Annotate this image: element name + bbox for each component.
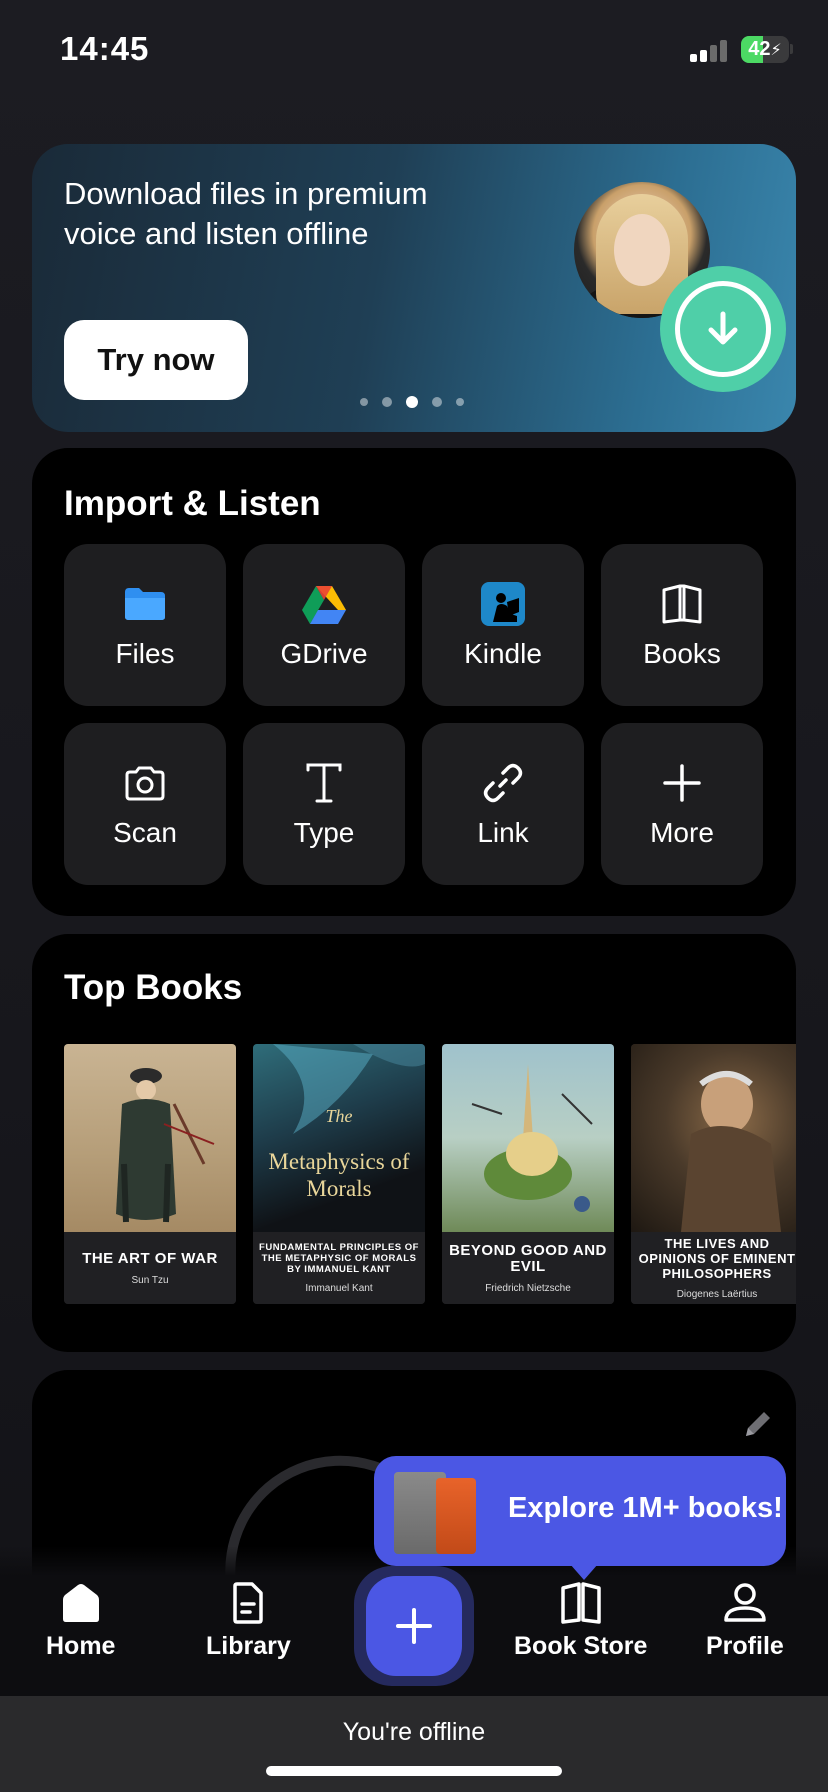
cellular-signal-icon <box>690 40 730 62</box>
import-scan-button[interactable]: Scan <box>64 723 226 885</box>
book-author: Sun Tzu <box>131 1274 169 1286</box>
carousel-dot[interactable] <box>382 397 392 407</box>
home-indicator[interactable] <box>266 1766 562 1776</box>
book-author: Friedrich Nietzsche <box>485 1282 571 1294</box>
offline-banner: You're offline <box>0 1696 828 1792</box>
top-books-title: Top Books <box>64 968 243 1007</box>
import-more-button[interactable]: More <box>601 723 763 885</box>
battery-icon: 42⚡ <box>741 36 789 63</box>
book-card[interactable]: THE ART OF WAR Sun Tzu <box>64 1044 236 1304</box>
folder-icon <box>123 580 167 628</box>
book-cover-art <box>631 1044 796 1232</box>
import-kindle-button[interactable]: Kindle <box>422 544 584 706</box>
text-icon <box>304 759 344 807</box>
offline-text: You're offline <box>342 1718 486 1746</box>
book-cover-art <box>442 1044 614 1232</box>
tab-label: Home <box>46 1632 116 1660</box>
carousel-dot-active[interactable] <box>406 396 418 408</box>
import-link-button[interactable]: Link <box>422 723 584 885</box>
promo-title: Download files in premium voice and list… <box>64 176 428 251</box>
book-card[interactable]: The Metaphysics of Morals FUNDAMENTAL PR… <box>253 1044 425 1304</box>
open-book-icon <box>560 1582 601 1624</box>
pencil-icon[interactable] <box>740 1406 776 1447</box>
tab-home[interactable]: Home <box>46 1582 115 1661</box>
import-books-button[interactable]: Books <box>601 544 763 706</box>
import-gdrive-button[interactable]: GDrive <box>243 544 405 706</box>
explore-books-tooltip[interactable]: Explore 1M+ books! <box>374 1456 786 1580</box>
top-books-carousel[interactable]: THE ART OF WAR Sun Tzu The Metaphysics of… <box>64 1044 796 1306</box>
tile-label: Scan <box>113 817 177 848</box>
book-card[interactable]: THE LIVES AND OPINIONS OF EMINENT PHILOS… <box>631 1044 796 1304</box>
import-listen-card: Import & Listen Files GDrive Kindle Book… <box>32 448 796 916</box>
add-button[interactable] <box>366 1576 462 1676</box>
book-title: THE LIVES AND OPINIONS OF EMINENT PHILOS… <box>638 1236 796 1281</box>
tab-profile[interactable]: Profile <box>706 1582 784 1661</box>
tile-label: Type <box>293 817 355 848</box>
open-book-icon <box>660 580 704 628</box>
tab-label: Book Store <box>514 1632 648 1660</box>
download-icon <box>660 266 786 392</box>
camera-icon <box>123 759 167 807</box>
tab-library[interactable]: Library <box>206 1582 291 1661</box>
book-title: BEYOND GOOD AND EVIL <box>449 1241 607 1275</box>
battery-level: 42 <box>748 38 771 60</box>
carousel-dot[interactable] <box>456 398 464 406</box>
plus-icon <box>662 759 702 807</box>
person-icon <box>724 1583 766 1622</box>
import-type-button[interactable]: Type <box>243 723 405 885</box>
tab-book-store[interactable]: Book Store <box>514 1582 647 1661</box>
document-icon <box>233 1582 264 1624</box>
tile-label: Files <box>115 638 175 669</box>
tile-label: More <box>650 817 714 848</box>
tile-label: GDrive <box>280 638 368 669</box>
book-title: THE ART OF WAR <box>82 1249 218 1267</box>
carousel-dot[interactable] <box>432 397 442 407</box>
book-title: FUNDAMENTAL PRINCIPLES OF THE METAPHYSIC… <box>259 1242 419 1275</box>
carousel-dot[interactable] <box>360 398 368 406</box>
book-author: Immanuel Kant <box>305 1283 373 1294</box>
tile-label: Books <box>643 638 721 669</box>
tooltip-book-cover <box>436 1478 476 1554</box>
link-icon <box>481 759 525 807</box>
try-now-button[interactable]: Try now <box>64 320 248 400</box>
tab-label: Library <box>206 1632 291 1660</box>
import-listen-title: Import & Listen <box>64 484 321 523</box>
cover-title: Metaphysics of Morals <box>268 1149 410 1201</box>
book-author: Diogenes Laërtius <box>676 1289 758 1300</box>
home-icon <box>62 1584 99 1622</box>
top-books-card: Top Books THE ART OF WAR Sun Tzu The Meta… <box>32 934 796 1352</box>
import-files-button[interactable]: Files <box>64 544 226 706</box>
tile-label: Kindle <box>464 638 542 669</box>
promo-banner[interactable]: Download files in premium voice and list… <box>32 144 796 432</box>
kindle-icon <box>481 580 525 628</box>
tile-label: Link <box>477 817 529 848</box>
book-cover-art <box>64 1044 236 1232</box>
book-cover-art: The Metaphysics of Morals <box>253 1044 425 1232</box>
book-card[interactable]: BEYOND GOOD AND EVIL Friedrich Nietzsche <box>442 1044 614 1304</box>
plus-icon <box>396 1608 432 1644</box>
google-drive-icon <box>301 580 347 628</box>
tooltip-text: Explore 1M+ books! <box>508 1492 783 1524</box>
cover-the: The <box>325 1106 353 1126</box>
carousel-dots[interactable] <box>360 396 464 408</box>
status-time: 14:45 <box>60 30 150 67</box>
tab-label: Profile <box>706 1632 784 1660</box>
